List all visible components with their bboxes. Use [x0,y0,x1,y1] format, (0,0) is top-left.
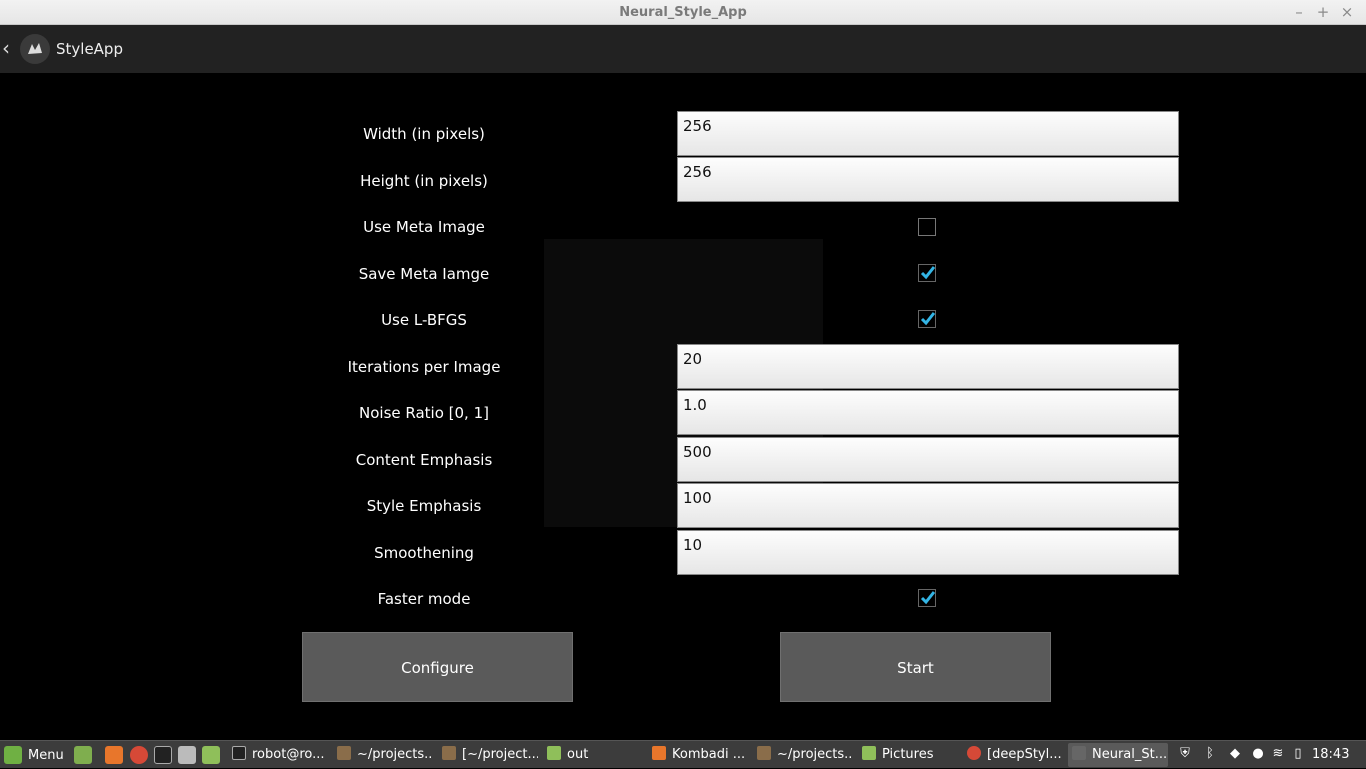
user-icon[interactable]: ● [1250,746,1266,762]
minimize-button[interactable]: – [1290,3,1308,21]
width-input[interactable]: 256 [677,111,1179,156]
folder-icon [547,746,561,760]
use-lbfgs-checkbox[interactable] [918,310,936,328]
checkmark-icon [920,591,936,605]
save-meta-image-label: Save Meta Iamge [358,265,490,283]
taskbar: Menu robot@ro... ~/projects... [~/projec… [0,740,1366,768]
iterations-label: Iterations per Image [347,358,501,376]
chrome-icon[interactable] [130,746,148,764]
wifi-icon[interactable]: ≋ [1270,746,1286,762]
files-icon[interactable] [202,746,220,764]
noise-ratio-input[interactable]: 1.0 [677,390,1179,435]
terminal-icon[interactable] [154,746,172,764]
camera-icon[interactable] [178,746,196,764]
show-desktop-icon[interactable] [74,746,92,764]
content-emphasis-input[interactable]: 500 [677,437,1179,482]
shield-icon[interactable]: ⛨ [1177,746,1193,762]
back-arrow-icon[interactable]: ‹ [2,37,10,59]
start-menu-button[interactable]: Menu [0,741,68,769]
app-name: StyleApp [56,40,123,58]
style-emphasis-input[interactable]: 100 [677,483,1179,528]
noise-ratio-label: Noise Ratio [0, 1] [359,404,489,422]
checkmark-icon [920,266,936,280]
style-emphasis-label: Style Emphasis [366,497,482,515]
clock[interactable]: 18:43 [1312,747,1349,762]
use-lbfgs-label: Use L-BFGS [381,311,467,329]
smoothening-input[interactable]: 10 [677,530,1179,575]
start-button[interactable]: Start [780,632,1051,702]
sublime-icon [442,746,456,760]
iterations-input[interactable]: 20 [677,344,1179,389]
sublime-icon [337,746,351,760]
taskbar-item-pictures[interactable]: Pictures [858,743,958,767]
faster-mode-label: Faster mode [377,590,471,608]
taskbar-item-deepstyle[interactable]: [deepStyl... [963,743,1063,767]
taskbar-item-sublime-2[interactable]: [~/project... [438,743,538,767]
checkmark-icon [920,312,936,326]
taskbar-item-sublime-3[interactable]: ~/projects... [753,743,853,767]
action-bar: ‹ StyleApp [0,25,1366,73]
configure-button[interactable]: Configure [302,632,573,702]
use-meta-image-checkbox[interactable] [918,218,936,236]
content-emphasis-label: Content Emphasis [355,451,493,469]
width-label: Width (in pixels) [363,125,485,143]
taskbar-item-kombadi[interactable]: Kombadi ... [648,743,748,767]
taskbar-item-terminal[interactable]: robot@ro... [228,743,328,767]
height-input[interactable]: 256 [677,157,1179,202]
close-button[interactable]: × [1338,3,1356,21]
terminal-icon [232,746,246,760]
kivy-logo-icon[interactable] [20,34,50,64]
bluetooth-icon[interactable]: ᛒ [1202,746,1218,762]
maximize-button[interactable]: + [1314,3,1332,21]
sublime-icon [757,746,771,760]
settings-form: Width (in pixels) 256 Height (in pixels)… [0,73,1366,740]
taskbar-item-neural-style[interactable]: Neural_St... [1068,743,1168,767]
faster-mode-checkbox[interactable] [918,589,936,607]
save-meta-image-checkbox[interactable] [918,264,936,282]
mint-logo-icon [4,746,22,764]
kivy-logo-icon [1072,746,1086,760]
firefox-icon[interactable] [105,746,123,764]
height-label: Height (in pixels) [360,172,488,190]
taskbar-item-out-folder[interactable]: out [543,743,643,767]
chrome-icon [967,746,981,760]
window-titlebar: Neural_Style_App – + × [0,0,1366,25]
use-meta-image-label: Use Meta Image [363,218,485,236]
folder-icon [862,746,876,760]
smoothening-label: Smoothening [374,544,474,562]
window-title: Neural_Style_App [619,5,747,20]
battery-icon[interactable]: ▯ [1290,746,1306,762]
taskbar-item-sublime-1[interactable]: ~/projects... [333,743,433,767]
firefox-icon [652,746,666,760]
dropbox-icon[interactable]: ◆ [1227,746,1243,762]
